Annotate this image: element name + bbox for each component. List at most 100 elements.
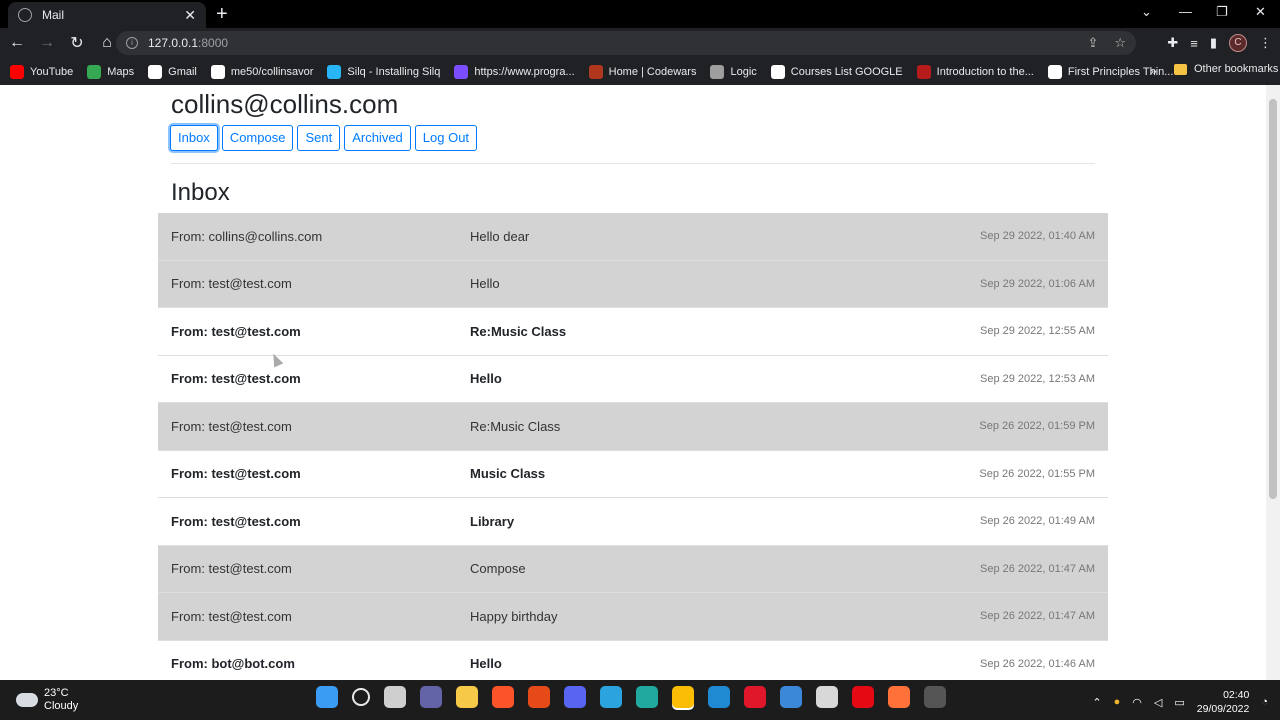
bookmark-item[interactable]: Maps: [87, 64, 135, 79]
bookmark-label: YouTube: [30, 65, 74, 78]
edge-icon[interactable]: [636, 686, 658, 708]
email-sender: From: test@test.com: [171, 466, 301, 482]
side-panel-icon[interactable]: ▮: [1210, 35, 1217, 51]
tab-search-icon[interactable]: ⌄: [1141, 4, 1152, 20]
email-row[interactable]: From: test@test.com Happy birthday Sep 26 …: [158, 593, 1108, 641]
inbox-button[interactable]: Inbox: [170, 125, 218, 151]
browser-tab[interactable]: Mail ✕: [8, 2, 206, 28]
bookmark-label: Logic: [730, 65, 757, 78]
maximize-button[interactable]: ❐: [1216, 4, 1228, 20]
bookmark-label: https://www.progra...: [474, 65, 575, 78]
reading-list-icon[interactable]: ≡: [1190, 36, 1198, 51]
email-row[interactable]: From: test@test.com Hello Sep 29 2022, 12:…: [158, 355, 1108, 403]
email-sender: From: test@test.com: [171, 371, 301, 387]
divider: [171, 163, 1095, 164]
bookmark-item[interactable]: me50/collinsavor: [210, 64, 313, 79]
email-sender: From: bot@bot.com: [171, 656, 295, 672]
share-icon[interactable]: ⇪: [1087, 35, 1098, 51]
email-row[interactable]: From: test@test.com Music Class Sep 26 202…: [158, 450, 1108, 498]
windows-start-icon[interactable]: [316, 686, 338, 708]
email-subject: Library: [470, 513, 515, 529]
email-row[interactable]: From: test@test.com Library Sep 26 2022, 0…: [158, 498, 1108, 546]
menu-icon[interactable]: ⋮: [1259, 35, 1272, 51]
bookmark-label: First Principles Thin...: [1067, 65, 1174, 78]
bookmark-item[interactable]: Courses List GOOGLE: [770, 64, 903, 79]
scrollbar-thumb[interactable]: [1269, 99, 1277, 499]
sent-button[interactable]: Sent: [297, 125, 341, 151]
notifications-icon[interactable]: ◔: [1261, 696, 1268, 708]
weather-condition: Cloudy: [44, 700, 79, 712]
archived-button[interactable]: Archived: [344, 125, 411, 151]
new-tab-button[interactable]: +: [216, 3, 228, 26]
clock[interactable]: 02:40 29/09/2022: [1197, 688, 1250, 716]
email-sender: From: collins@collins.com: [171, 228, 323, 244]
compose-button[interactable]: Compose: [221, 125, 294, 151]
extensions-icon[interactable]: ✚: [1167, 35, 1178, 51]
weather-widget[interactable]: 23°C Cloudy: [16, 687, 78, 713]
chatgpt-icon[interactable]: [924, 686, 946, 708]
scrollbar[interactable]: [1266, 85, 1280, 680]
email-list: From: collins@collins.com Hello dear Sep 2…: [158, 213, 1108, 680]
chrome-icon[interactable]: [672, 686, 694, 708]
email-row[interactable]: From: test@test.com Re:Music Class Sep 29 …: [158, 308, 1108, 356]
email-row[interactable]: From: bot@bot.com Hello Sep 26 2022, 01:46…: [158, 640, 1108, 680]
reload-button[interactable]: ↻: [64, 33, 90, 53]
netflix-icon[interactable]: [852, 686, 874, 708]
file-explorer-icon[interactable]: [384, 686, 406, 708]
mail-icon[interactable]: [780, 686, 802, 708]
email-subject: Re:Music Class: [470, 418, 561, 434]
close-tab-icon[interactable]: ✕: [184, 7, 196, 24]
email-subject: Re:Music Class: [470, 323, 567, 339]
microphone-icon[interactable]: ●: [1114, 696, 1121, 708]
address-bar[interactable]: i 127.0.0.1 :8000 ⇪ ☆: [116, 31, 1136, 55]
more-bookmarks-icon[interactable]: »: [1150, 64, 1157, 78]
email-sender: From: test@test.com: [171, 418, 292, 434]
search-icon[interactable]: [352, 688, 370, 706]
back-button[interactable]: ←: [4, 34, 30, 52]
bookmark-label: Home | Codewars: [608, 65, 697, 78]
discord-icon[interactable]: [564, 686, 586, 708]
vscode-icon[interactable]: [708, 686, 730, 708]
site-info-icon[interactable]: i: [126, 37, 138, 49]
bookmark-item[interactable]: Silq - Installing Silq: [327, 64, 441, 79]
taskbar-apps: [316, 686, 946, 708]
bookmark-star-icon[interactable]: ☆: [1114, 35, 1126, 51]
bookmark-favicon-icon: [148, 64, 163, 79]
email-timestamp: Sep 26 2022, 01:55 PM: [979, 467, 1095, 480]
email-subject: Music Class: [470, 466, 546, 482]
email-row[interactable]: From: test@test.com Hello Sep 29 2022, 01:…: [158, 260, 1108, 308]
bookmark-label: Maps: [107, 65, 135, 78]
folder-icon[interactable]: [456, 686, 478, 708]
logout-button[interactable]: Log Out: [414, 125, 478, 151]
bookmark-favicon-icon: [327, 64, 342, 79]
telegram-icon[interactable]: [600, 686, 622, 708]
email-row[interactable]: From: test@test.com Re:Music Class Sep 26 …: [158, 403, 1108, 451]
bookmark-favicon-icon: [87, 64, 102, 79]
temperature: 23°C: [44, 687, 69, 699]
chevron-up-icon[interactable]: ⌃: [1092, 696, 1101, 709]
email-row[interactable]: From: collins@collins.com Hello dear Sep 2…: [158, 213, 1108, 261]
store-icon[interactable]: [816, 686, 838, 708]
bookmark-label: Silq - Installing Silq: [347, 65, 441, 78]
close-window-button[interactable]: ✕: [1255, 4, 1266, 20]
bookmark-item[interactable]: Home | Codewars: [588, 64, 697, 79]
bookmark-item[interactable]: Introduction to the...: [916, 64, 1034, 79]
volume-icon[interactable]: ◁: [1154, 696, 1162, 709]
forward-button[interactable]: →: [34, 34, 60, 52]
minimize-button[interactable]: —: [1179, 4, 1192, 19]
bookmark-item[interactable]: https://www.progra...: [454, 64, 575, 79]
office-icon[interactable]: [528, 686, 550, 708]
bookmark-item[interactable]: YouTube: [10, 64, 74, 79]
teams-chat-icon[interactable]: [420, 686, 442, 708]
other-bookmarks-folder[interactable]: Other bookmarks: [1174, 63, 1278, 75]
firefox-icon[interactable]: [888, 686, 910, 708]
bookmark-item[interactable]: Gmail: [148, 64, 197, 79]
email-row[interactable]: From: test@test.com Compose Sep 26 2022, 0…: [158, 545, 1108, 593]
brave-icon[interactable]: [492, 686, 514, 708]
profile-avatar[interactable]: C: [1229, 34, 1247, 52]
globe-icon: [18, 8, 32, 22]
opera-icon[interactable]: [744, 686, 766, 708]
wifi-icon[interactable]: ◠: [1132, 696, 1142, 709]
battery-icon[interactable]: ▭: [1174, 696, 1184, 709]
bookmark-item[interactable]: Logic: [710, 64, 757, 79]
